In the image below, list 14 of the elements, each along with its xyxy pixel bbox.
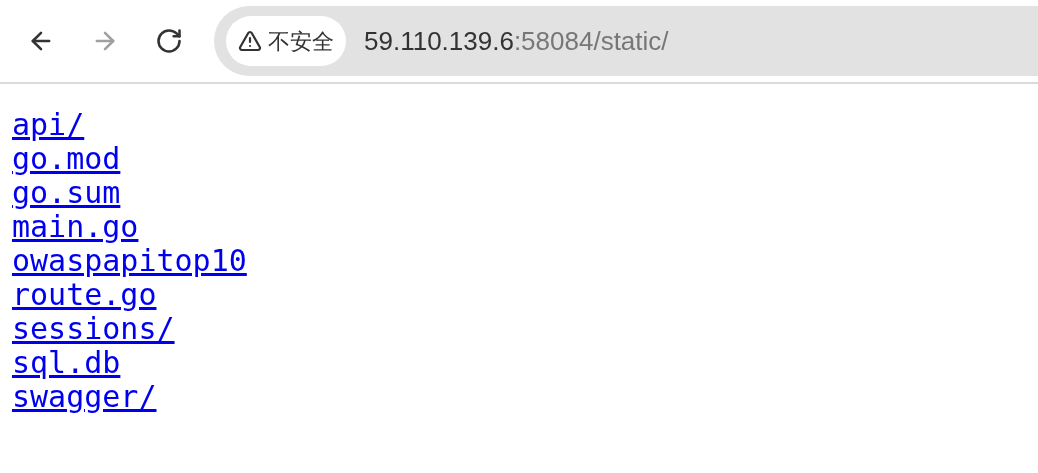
file-link[interactable]: api/ — [12, 108, 85, 142]
file-link[interactable]: route.go — [12, 278, 157, 312]
file-link[interactable]: owaspapitop10 — [12, 244, 247, 278]
not-secure-chip[interactable]: 不安全 — [226, 16, 346, 66]
url-text: 59.110.139.6:58084/static/ — [364, 24, 669, 58]
address-bar[interactable]: 不安全 59.110.139.6:58084/static/ — [214, 6, 1038, 76]
file-link[interactable]: main.go — [12, 210, 139, 244]
file-link[interactable]: swagger/ — [12, 380, 157, 414]
warning-icon — [238, 29, 262, 53]
file-link[interactable]: go.mod — [12, 142, 121, 176]
file-link[interactable]: go.sum — [12, 176, 121, 210]
reload-icon — [155, 27, 183, 55]
file-link[interactable]: sessions/ — [12, 312, 175, 346]
file-link[interactable]: sql.db — [12, 346, 121, 380]
